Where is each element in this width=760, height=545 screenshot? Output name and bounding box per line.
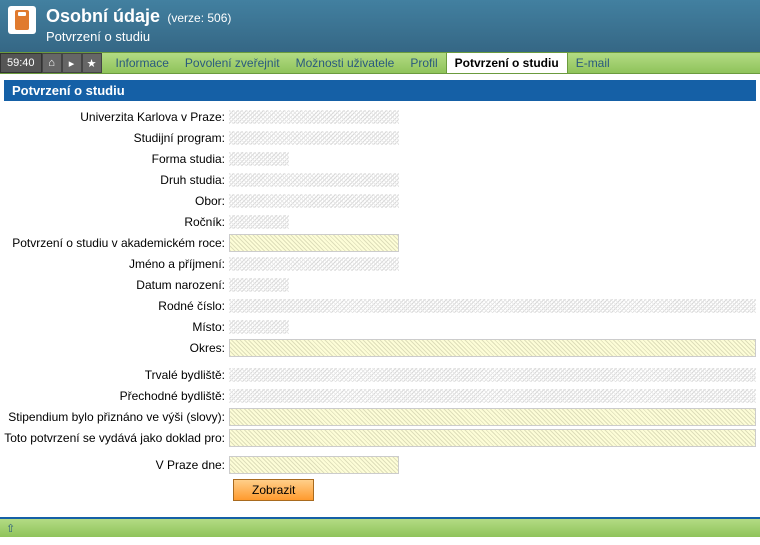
form-value (229, 320, 289, 334)
form-input[interactable] (229, 408, 756, 426)
form-row: Jméno a příjmení: (4, 254, 756, 274)
form-label: Rodné číslo: (4, 299, 229, 313)
form-row: Univerzita Karlova v Praze: (4, 107, 756, 127)
form-row: Toto potvrzení se vydává jako doklad pro… (4, 428, 756, 448)
form-row: Druh studia: (4, 170, 756, 190)
session-timer: 59:40 (0, 53, 42, 73)
form-row: Datum narození: (4, 275, 756, 295)
form-label: Přechodné bydliště: (4, 389, 229, 403)
form-value (229, 194, 399, 208)
page-header: Osobní údaje (verze: 506) Potvrzení o st… (0, 0, 760, 52)
form-row: Přechodné bydliště: (4, 386, 756, 406)
app-icon (8, 6, 36, 34)
form: Univerzita Karlova v Praze: Studijní prog… (4, 107, 756, 475)
form-row: Okres: (4, 338, 756, 358)
form-row: Potvrzení o studiu v akademickém roce: (4, 233, 756, 253)
form-label: Potvrzení o studiu v akademickém roce: (4, 236, 229, 250)
form-label: Stipendium bylo přiznáno ve výši (slovy)… (4, 410, 229, 424)
form-label: Obor: (4, 194, 229, 208)
form-input[interactable] (229, 429, 756, 447)
bottom-bar: ⇧ (0, 517, 760, 537)
tab-bar: Informace Povolení zveřejnit Možnosti už… (102, 53, 618, 73)
button-row: Zobrazit (4, 479, 756, 501)
form-label: Trvalé bydliště: (4, 368, 229, 382)
header-text: Osobní údaje (verze: 506) Potvrzení o st… (46, 6, 231, 44)
form-label: Okres: (4, 341, 229, 355)
form-value (229, 173, 399, 187)
form-label: V Praze dne: (4, 458, 229, 472)
form-label: Studijní program: (4, 131, 229, 145)
form-input[interactable] (229, 339, 756, 357)
form-row: V Praze dne: (4, 455, 756, 475)
form-value (229, 389, 756, 403)
form-label: Místo: (4, 320, 229, 334)
form-value (229, 215, 289, 229)
form-row: Rodné číslo: (4, 296, 756, 316)
form-row: Stipendium bylo přiznáno ve výši (slovy)… (4, 407, 756, 427)
tab-potvrzeni[interactable]: Potvrzení o studiu (446, 53, 568, 73)
form-label: Univerzita Karlova v Praze: (4, 110, 229, 124)
form-input[interactable] (229, 234, 399, 252)
form-value (229, 110, 399, 124)
form-row: Trvalé bydliště: (4, 365, 756, 385)
step-icon[interactable]: ▸ (62, 53, 82, 73)
form-input[interactable] (229, 456, 399, 474)
form-row: Obor: (4, 191, 756, 211)
home-icon[interactable]: ⌂ (42, 53, 62, 73)
page-subtitle: Potvrzení o studiu (46, 29, 231, 44)
toolbar-icons: ⌂ ▸ ★ (42, 53, 102, 73)
form-label: Ročník: (4, 215, 229, 229)
tab-povoleni[interactable]: Povolení zveřejnit (177, 53, 288, 73)
form-row: Ročník: (4, 212, 756, 232)
form-row: Studijní program: (4, 128, 756, 148)
form-value (229, 368, 756, 382)
form-label: Druh studia: (4, 173, 229, 187)
page-title: Osobní údaje (46, 6, 160, 26)
form-value (229, 152, 289, 166)
form-label: Toto potvrzení se vydává jako doklad pro… (4, 431, 229, 445)
form-value (229, 131, 399, 145)
zobrazit-button[interactable]: Zobrazit (233, 479, 314, 501)
panel-title: Potvrzení o studiu (4, 80, 756, 101)
form-value (229, 299, 756, 313)
form-label: Jméno a příjmení: (4, 257, 229, 271)
form-value (229, 257, 399, 271)
form-value (229, 278, 289, 292)
toolbar: 59:40 ⌂ ▸ ★ Informace Povolení zveřejnit… (0, 52, 760, 74)
tab-email[interactable]: E-mail (568, 53, 618, 73)
tab-informace[interactable]: Informace (108, 53, 177, 73)
form-label: Forma studia: (4, 152, 229, 166)
tab-profil[interactable]: Profil (402, 53, 445, 73)
form-label: Datum narození: (4, 278, 229, 292)
scroll-top-icon[interactable]: ⇧ (6, 522, 15, 535)
form-row: Místo: (4, 317, 756, 337)
content: Potvrzení o studiu Univerzita Karlova v … (0, 74, 760, 509)
star-icon[interactable]: ★ (82, 53, 102, 73)
tab-moznosti[interactable]: Možnosti uživatele (288, 53, 403, 73)
form-row: Forma studia: (4, 149, 756, 169)
version-label: (verze: 506) (167, 11, 231, 25)
